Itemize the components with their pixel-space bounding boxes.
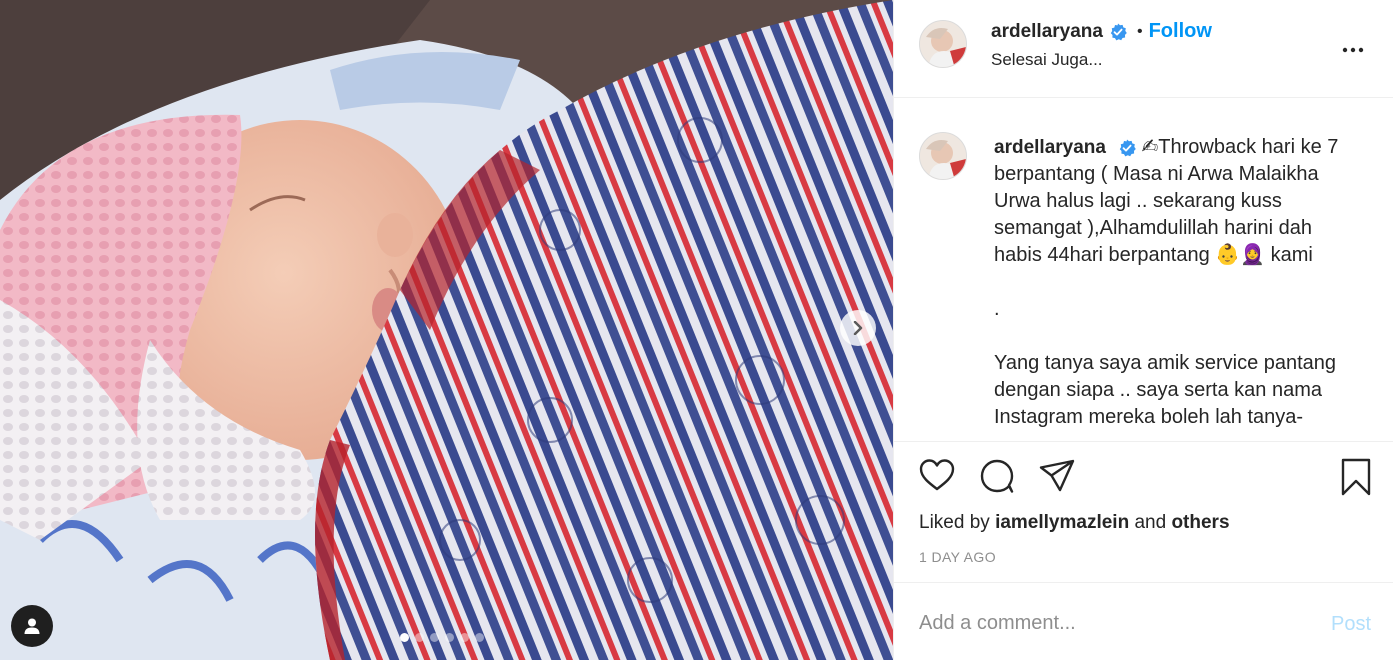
avatar-image (920, 133, 966, 179)
likes-summary: Liked by iamellymazlein and others (919, 512, 1230, 534)
header-separator: • (1136, 22, 1143, 40)
caption-body-line: Yang tanya saya amik service pantang den… (994, 352, 1337, 428)
add-comment-section: Post (894, 584, 1393, 660)
author-avatar[interactable] (919, 20, 967, 68)
post-actions: Liked by iamellymazlein and others 1 DAY… (894, 441, 1393, 583)
caption-author-avatar[interactable] (919, 132, 967, 180)
post-comment-button[interactable]: Post (1331, 613, 1371, 636)
likes-others-link[interactable]: others (1171, 512, 1229, 533)
caption-body-line: . (994, 298, 1000, 320)
post-photo[interactable] (0, 0, 893, 660)
author-username[interactable]: ardellaryana (991, 21, 1103, 43)
liked-by-user-link[interactable]: iamellymazlein (995, 512, 1129, 533)
post-location[interactable]: Selesai Juga... (991, 50, 1103, 70)
carousel-indicator (400, 633, 484, 642)
caption-section[interactable]: ardellaryana ✍Throwback hari ke 7 berpan… (894, 99, 1393, 441)
more-options-icon[interactable] (1341, 38, 1365, 62)
caption-text: ardellaryana ✍Throwback hari ke 7 berpan… (994, 134, 1364, 431)
post-header: ardellaryana • Follow Selesai Juga... (894, 0, 1393, 98)
carousel-dot (445, 633, 454, 642)
paper-plane-icon[interactable] (1039, 458, 1075, 492)
likes-middle: and (1134, 512, 1167, 533)
user-tag-icon (24, 618, 40, 634)
carousel-dot (400, 633, 409, 642)
carousel-dot (430, 633, 439, 642)
post-details-panel: ardellaryana • Follow Selesai Juga... ar… (893, 0, 1393, 660)
heart-icon[interactable] (919, 458, 955, 492)
verified-badge-icon (1110, 23, 1127, 40)
verified-badge-icon (1119, 139, 1136, 157)
carousel-dot (475, 633, 484, 642)
likes-prefix: Liked by (919, 512, 990, 533)
avatar-image (920, 21, 966, 67)
bookmark-icon[interactable] (1340, 458, 1372, 496)
follow-button[interactable]: Follow (1149, 20, 1212, 43)
carousel-dot (415, 633, 424, 642)
baby-photo-image (0, 0, 893, 660)
carousel-dot (460, 633, 469, 642)
caption-username[interactable]: ardellaryana (994, 137, 1106, 158)
carousel-next-button[interactable] (840, 310, 876, 346)
comment-bubble-icon[interactable] (979, 458, 1015, 494)
header-name-row: ardellaryana • Follow (991, 20, 1212, 43)
tagged-users-button[interactable] (11, 605, 53, 647)
chevron-right-icon (853, 321, 863, 335)
comment-input[interactable] (919, 612, 1299, 635)
post-timestamp[interactable]: 1 DAY AGO (919, 549, 996, 565)
